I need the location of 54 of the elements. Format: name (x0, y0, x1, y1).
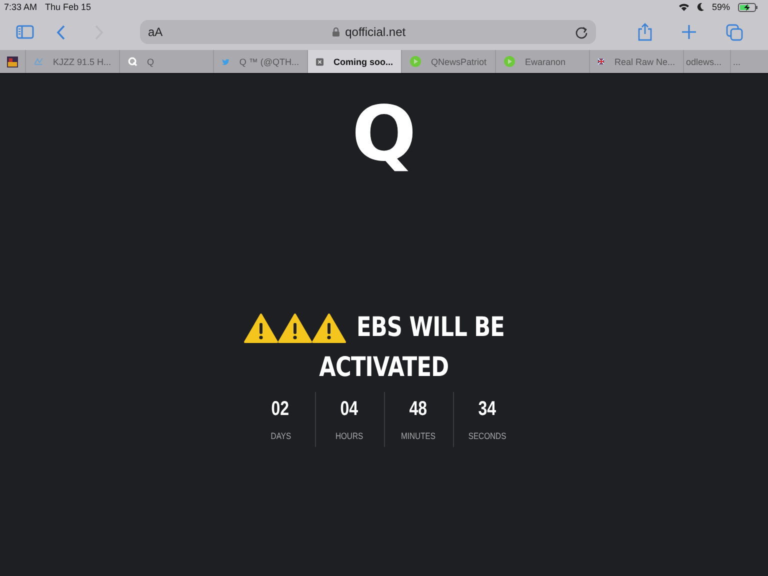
play-logo-icon (410, 56, 421, 67)
countdown-unit: HOURS (336, 431, 364, 441)
lock-icon (332, 27, 340, 37)
close-box-icon (316, 56, 324, 66)
countdown-value: 04 (340, 398, 358, 421)
headline-text: EBS WILL BE (356, 311, 506, 345)
browser-tab[interactable]: Ewaranon (496, 50, 590, 73)
status-time: 7:33 AM (4, 2, 38, 12)
countdown-value: 02 (272, 398, 290, 421)
tab-title: Q (147, 56, 154, 66)
tab-title: KJZZ 91.5 H... (52, 56, 111, 66)
browser-tab[interactable]: Q (120, 50, 214, 73)
browser-tab[interactable]: odlews... (684, 50, 731, 73)
play-logo-icon (504, 56, 515, 67)
headline-text: ACTIVATED (319, 351, 449, 385)
tab-title: Ewaranon (525, 56, 566, 66)
countdown-unit: DAYS (270, 431, 291, 441)
share-icon[interactable] (638, 23, 652, 41)
browser-tab[interactable]: Coming soo... (308, 50, 402, 73)
url-text: qofficial.net (345, 25, 406, 39)
tab-title: ... (733, 56, 741, 66)
q-logo-icon (128, 57, 137, 66)
moon-icon (696, 3, 704, 11)
plus-icon[interactable] (682, 25, 696, 39)
address-bar[interactable]: aA qofficial.net (140, 20, 596, 44)
reload-icon[interactable] (575, 26, 588, 38)
browser-tab[interactable]: Real Raw Ne... (590, 50, 684, 73)
back-icon[interactable] (56, 24, 66, 40)
browser-tab[interactable]: KJZZ 91.5 H... (26, 50, 120, 73)
tab-title: QNewsPatriot (431, 56, 487, 66)
station-logo-icon (7, 56, 18, 68)
status-date: Thu Feb 15 (45, 2, 92, 12)
countdown-unit: MINUTES (401, 431, 436, 441)
tab-title: Real Raw Ne... (614, 56, 675, 66)
tab-title: odlews... (686, 56, 722, 66)
battery-charging-icon (738, 2, 758, 12)
reader-button[interactable]: aA (148, 25, 163, 39)
countdown-value: 48 (410, 398, 428, 421)
warning-icon (278, 313, 312, 343)
countdown-value: 34 (478, 398, 496, 421)
tab-title: Coming soo... (334, 56, 393, 66)
tabs-icon[interactable] (726, 24, 743, 40)
tab-title: Q ™ (@QTH... (239, 56, 299, 66)
battery-percent: 59% (712, 2, 730, 12)
sidebar-icon[interactable] (16, 25, 34, 39)
countdown-unit: SECONDS (468, 431, 506, 441)
flag-icon (598, 56, 604, 67)
browser-tab[interactable]: QNewsPatriot (402, 50, 496, 73)
browser-tab[interactable]: ... (731, 50, 768, 73)
q-logo: Q (352, 96, 416, 172)
wifi-icon (678, 3, 689, 11)
warning-icon (244, 313, 278, 343)
bird-icon (222, 56, 230, 66)
warning-icon (312, 313, 346, 343)
